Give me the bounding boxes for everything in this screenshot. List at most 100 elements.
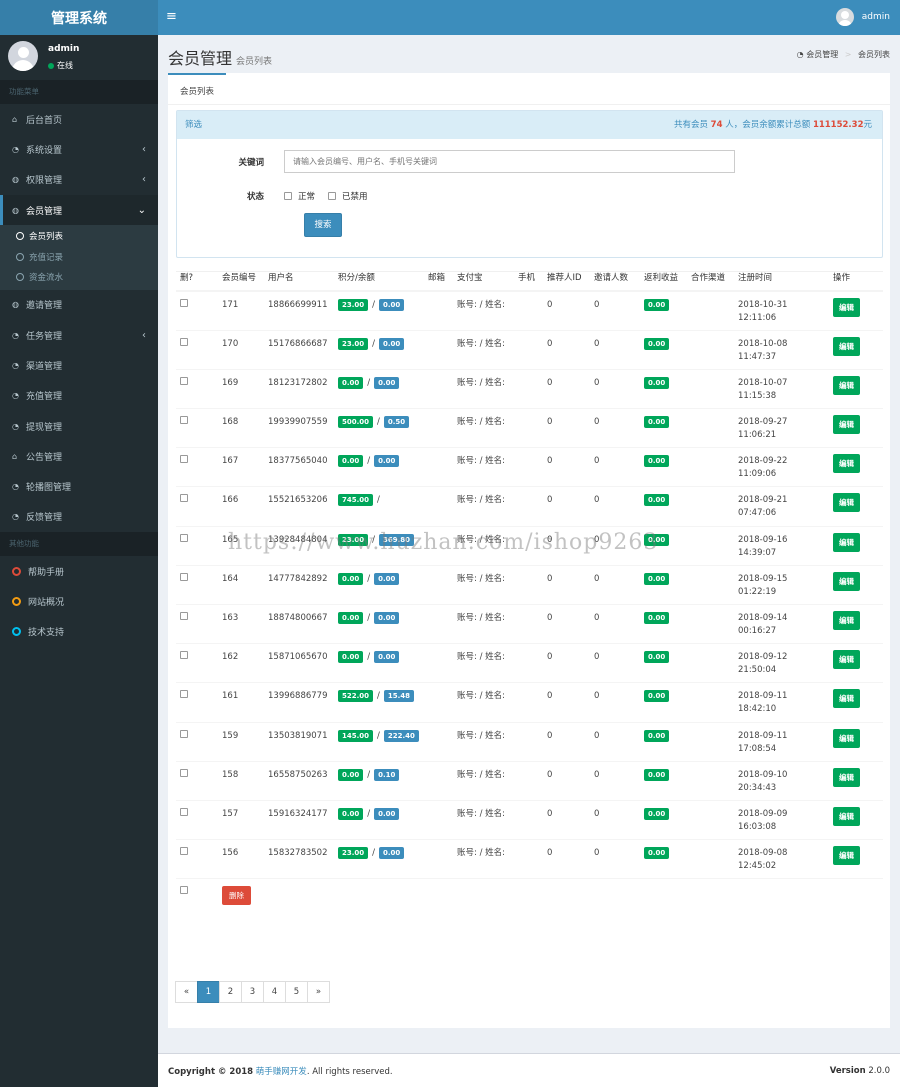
filter-title: 筛选 xyxy=(185,120,203,130)
sidebar-item-label: 渠道管理 xyxy=(26,361,63,372)
sidebar-item[interactable]: ◔ 轮播图管理 xyxy=(0,471,158,501)
referrer-id: 0 xyxy=(543,761,590,801)
dashboard-icon: ◔ xyxy=(12,144,19,154)
sidebar-item[interactable]: ◍ 邀请管理 xyxy=(0,290,158,320)
keyword-input[interactable] xyxy=(284,150,735,173)
phone xyxy=(514,291,543,331)
row-checkbox[interactable] xyxy=(180,807,188,816)
edit-button[interactable]: 编辑 xyxy=(833,336,860,356)
row-checkbox[interactable] xyxy=(180,847,188,856)
sidebar-item[interactable]: ◍ 会员管理 ⌄ xyxy=(0,194,158,226)
sidebar-item[interactable]: ◔ 反馈管理 xyxy=(0,502,158,532)
tab-member-list[interactable]: 会员列表 xyxy=(168,73,227,105)
row-checkbox[interactable] xyxy=(180,572,188,581)
delete-button[interactable]: 删除 xyxy=(222,886,251,906)
edit-button[interactable]: 编辑 xyxy=(833,806,860,826)
sidebar-item[interactable]: ⌂ 后台首页 xyxy=(0,104,158,134)
circle-icon xyxy=(12,597,21,606)
member-id: 163 xyxy=(218,604,264,645)
row-checkbox[interactable] xyxy=(180,651,188,660)
row-checkbox[interactable] xyxy=(180,612,188,620)
app-logo[interactable]: 管理系统 xyxy=(0,0,158,35)
edit-button[interactable]: 编辑 xyxy=(833,728,860,748)
alipay: 账号: / 姓名: xyxy=(453,369,514,410)
sidebar-item[interactable]: ◔ 渠道管理 xyxy=(0,350,158,380)
edit-button[interactable]: 编辑 xyxy=(833,493,860,513)
invite-count: 0 xyxy=(590,839,640,880)
search-button[interactable]: 搜索 xyxy=(304,213,342,237)
referrer-id: 0 xyxy=(543,369,590,410)
row-checkbox[interactable] xyxy=(180,494,188,503)
row-checkbox[interactable] xyxy=(180,768,188,777)
edit-button[interactable]: 编辑 xyxy=(833,689,860,709)
page-title: 会员管理 会员列表 xyxy=(168,45,272,69)
sidebar-item[interactable]: ◔ 系统设置 ‹ xyxy=(0,134,158,164)
edit-button[interactable]: 编辑 xyxy=(833,375,860,395)
next-page-button[interactable]: » xyxy=(307,981,330,1003)
alipay: 账号: / 姓名: xyxy=(453,447,514,488)
row-checkbox[interactable] xyxy=(180,729,188,738)
status-disabled-checkbox[interactable]: 已禁用 xyxy=(328,190,368,202)
row-checkbox[interactable] xyxy=(180,690,188,699)
sidebar-item[interactable]: ◔ 充值管理 xyxy=(0,381,158,411)
channel xyxy=(687,369,734,410)
checkbox[interactable] xyxy=(284,192,292,200)
edit-button[interactable]: 编辑 xyxy=(833,454,860,474)
table-row: 167 18377565040 0.00/0.00 账号: / 姓名: 0 0 0.00 20… xyxy=(176,447,883,488)
row-checkbox[interactable] xyxy=(180,376,188,385)
submenu-item[interactable]: 充值记录 xyxy=(0,247,158,268)
edit-button[interactable]: 编辑 xyxy=(833,298,860,317)
dashboard-icon: ◔ xyxy=(12,421,19,431)
checkbox[interactable] xyxy=(328,192,337,200)
row-checkbox[interactable] xyxy=(180,299,188,307)
company-link[interactable]: 萌手赚网开发 xyxy=(256,1067,307,1077)
page-button[interactable]: 3 xyxy=(241,981,264,1003)
sidebar-item[interactable]: 网站概况 xyxy=(0,586,158,616)
submenu-item[interactable]: 会员列表 xyxy=(0,226,158,247)
edit-button[interactable]: 编辑 xyxy=(833,650,860,670)
select-all-checkbox[interactable] xyxy=(180,886,188,895)
prev-page-button[interactable]: « xyxy=(175,981,198,1003)
edit-button[interactable]: 编辑 xyxy=(833,571,860,591)
page-button[interactable]: 4 xyxy=(263,981,286,1003)
actions: 编辑 xyxy=(829,604,883,645)
sidebar-item[interactable]: 技术支持 xyxy=(0,617,158,647)
invite-count: 0 xyxy=(590,291,640,331)
copyright: Copyright © 2018 萌手赚网开发. All rights rese… xyxy=(168,1065,393,1077)
version-number: 2.0.0 xyxy=(868,1065,890,1076)
row-checkbox[interactable] xyxy=(180,455,188,464)
invite-count: 0 xyxy=(590,682,640,723)
rebate: 0.00 xyxy=(640,291,687,331)
edit-button[interactable]: 编辑 xyxy=(833,767,860,787)
phone xyxy=(514,369,543,410)
member-id: 159 xyxy=(218,722,264,762)
edit-button[interactable]: 编辑 xyxy=(833,532,860,552)
row-checkbox[interactable] xyxy=(180,416,188,425)
sidebar-item[interactable]: ⌂ 公告管理 xyxy=(0,441,158,471)
edit-button[interactable]: 编辑 xyxy=(833,846,860,866)
sidebar-item[interactable]: ◍ 权限管理 ‹ xyxy=(0,165,158,195)
sidebar-item[interactable]: ◔ 提现管理 xyxy=(0,411,158,441)
points-label: 145.00 xyxy=(338,729,374,742)
table-row: 170 15176866687 23.00/0.00 账号: / 姓名: 0 0 0.00 2… xyxy=(176,330,883,370)
menu-toggle-icon[interactable]: ≡ xyxy=(166,9,177,25)
status-normal-checkbox[interactable]: 正常 xyxy=(284,190,315,202)
register-time: 2018-09-11 17:08:54 xyxy=(734,722,829,762)
user-menu[interactable]: admin xyxy=(835,8,890,26)
register-date: 2018-09-15 xyxy=(738,573,788,584)
submenu-item[interactable]: 资金流水 xyxy=(0,267,158,288)
points-label: 0.00 xyxy=(338,651,364,664)
row-checkbox[interactable] xyxy=(180,533,188,542)
breadcrumb-item[interactable]: 会员管理 xyxy=(806,50,838,59)
page-button[interactable]: 5 xyxy=(285,981,308,1003)
balance-label: 0.00 xyxy=(374,455,400,468)
page-button[interactable]: 2 xyxy=(219,981,242,1003)
sidebar-item[interactable]: ◔ 任务管理 ‹ xyxy=(0,320,158,350)
edit-button[interactable]: 编辑 xyxy=(833,415,860,435)
sidebar-item[interactable]: 帮助手册 xyxy=(0,556,158,586)
edit-button[interactable]: 编辑 xyxy=(833,611,860,630)
column-header: 推荐人ID xyxy=(543,272,590,292)
row-checkbox[interactable] xyxy=(180,337,188,346)
balance-label: 0.00 xyxy=(374,651,400,664)
page-button[interactable]: 1 xyxy=(197,981,220,1003)
